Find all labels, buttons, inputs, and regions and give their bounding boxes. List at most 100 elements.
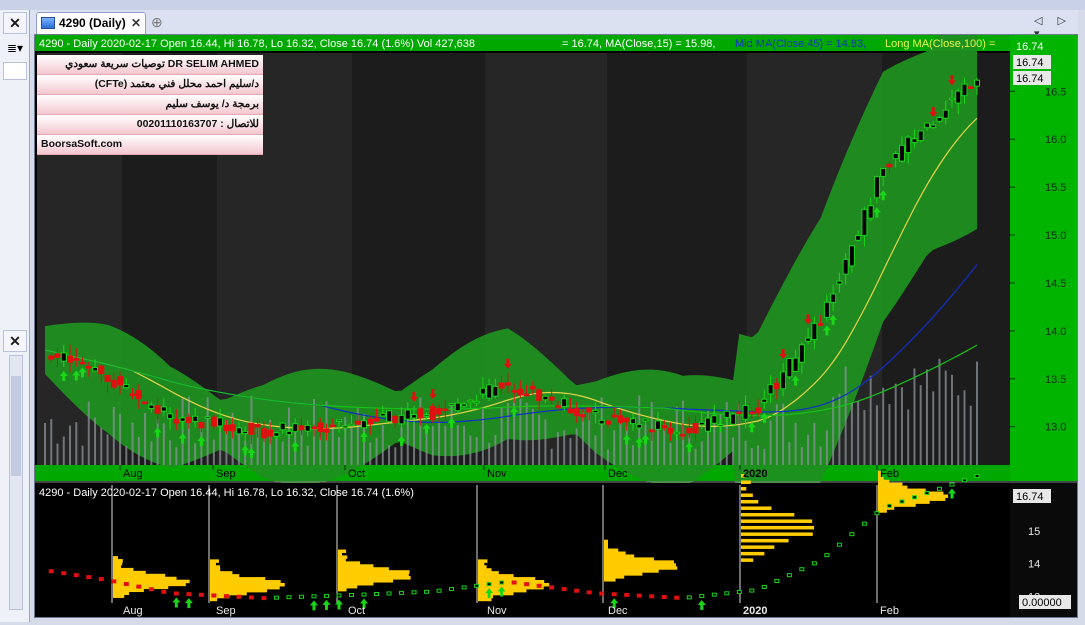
- volume-bar: [807, 434, 810, 465]
- x-tick-label: Sep: [216, 468, 236, 480]
- volume-bar: [431, 425, 434, 465]
- lower-price-tag-label: 16.74: [1016, 491, 1044, 503]
- x-tick-label: Aug: [123, 468, 143, 480]
- volume-bar: [750, 447, 753, 465]
- volume-bar: [50, 419, 53, 465]
- candle-body: [173, 419, 180, 424]
- scrollbar-thumb[interactable]: [11, 376, 21, 476]
- candle-body: [567, 408, 574, 414]
- volume-bar: [187, 396, 190, 465]
- candle-body: [823, 301, 830, 318]
- mini-candle: [799, 567, 805, 572]
- volume-bar: [144, 413, 147, 465]
- mini-candle: [899, 499, 905, 504]
- volume-bar: [913, 368, 916, 465]
- candle-body: [54, 353, 61, 359]
- volume-bar: [544, 419, 547, 465]
- volume-bar: [938, 358, 941, 465]
- candle-body: [661, 425, 668, 429]
- candle-body: [429, 406, 436, 420]
- price-tag-label: 16.74: [1016, 73, 1044, 85]
- candle-body: [773, 382, 780, 390]
- candle-body: [498, 382, 505, 389]
- add-tab-icon[interactable]: ⊕: [151, 14, 163, 31]
- volume-bar: [456, 425, 459, 465]
- volume-profile-bar: [338, 549, 347, 554]
- x-tick-label: Oct: [348, 468, 365, 480]
- volume-bar: [150, 441, 153, 465]
- candle-body: [436, 408, 443, 415]
- close-lower-panel-button[interactable]: ✕: [3, 330, 27, 352]
- mini-candle: [261, 596, 267, 601]
- candle-body: [92, 367, 99, 372]
- volume-bar: [337, 437, 340, 465]
- candle-body: [880, 168, 887, 177]
- mini-candle: [924, 491, 930, 496]
- candle-body: [898, 144, 905, 162]
- scrollbar[interactable]: [9, 355, 23, 610]
- volume-profile-bar: [741, 538, 789, 543]
- candle-body: [717, 424, 724, 427]
- candle-body: [85, 365, 92, 369]
- volume-bar: [969, 405, 972, 465]
- volume-bar: [169, 440, 172, 465]
- mini-candle: [323, 593, 329, 598]
- mini-candle: [911, 495, 917, 500]
- mini-candle: [98, 577, 104, 582]
- volume-bar: [625, 425, 628, 465]
- volume-bar: [782, 403, 785, 465]
- candle-body: [648, 429, 655, 433]
- info-line-programmer: برمجة د/ يوسف سليم: [37, 95, 263, 115]
- candle-body: [123, 384, 130, 389]
- tab-chart-4290[interactable]: 4290 (Daily) ✕: [36, 12, 146, 34]
- mini-candle: [674, 595, 680, 600]
- lower-x-tick-label: Nov: [487, 605, 507, 617]
- volume-bar: [813, 423, 816, 465]
- volume-bar: [56, 443, 59, 465]
- volume-bar: [300, 430, 303, 465]
- volume-bar: [869, 375, 872, 465]
- candle-body: [573, 408, 580, 416]
- mini-candle: [636, 593, 642, 598]
- volume-bar: [194, 443, 197, 465]
- candle-body: [60, 352, 67, 362]
- candle-body: [273, 432, 280, 437]
- close-panel-button[interactable]: ✕: [3, 12, 27, 34]
- top-header-ma100: Long MA(Close,100) =: [885, 38, 995, 50]
- lower-x-tick-label: Oct: [348, 605, 365, 617]
- panel-field[interactable]: [3, 62, 27, 80]
- volume-bar: [744, 440, 747, 465]
- volume-bar: [788, 441, 791, 465]
- panel-menu-button[interactable]: ≣▾: [3, 38, 27, 60]
- volume-bar: [919, 385, 922, 465]
- mini-candle: [136, 584, 142, 589]
- candle-body: [117, 376, 124, 386]
- mini-candle: [173, 591, 179, 596]
- tab-close-icon[interactable]: ✕: [131, 13, 141, 33]
- candle-body: [711, 415, 718, 424]
- volume-bar: [119, 413, 122, 465]
- candle-body: [930, 124, 937, 129]
- volume-bar: [794, 422, 797, 465]
- volume-bar: [94, 417, 97, 465]
- volume-bar: [137, 437, 140, 465]
- candle-body: [317, 422, 324, 432]
- mini-candle: [524, 582, 530, 587]
- volume-bar: [538, 414, 541, 465]
- candle-body: [692, 422, 699, 434]
- candle-body: [867, 205, 874, 219]
- candle-body: [767, 384, 774, 395]
- mini-candle: [499, 580, 505, 585]
- mini-candle: [86, 575, 92, 580]
- candle-body: [492, 385, 499, 397]
- y-tick-label: 16.0: [1045, 134, 1066, 146]
- mini-candle: [449, 587, 455, 592]
- volume-bar: [369, 442, 372, 465]
- volume-bar: [950, 374, 953, 465]
- tab-bar: [30, 10, 1078, 34]
- mini-candle: [486, 582, 492, 587]
- volume-bar: [394, 447, 397, 465]
- mini-candle: [536, 583, 542, 588]
- volume-bar: [944, 370, 947, 465]
- mini-candle: [123, 581, 129, 586]
